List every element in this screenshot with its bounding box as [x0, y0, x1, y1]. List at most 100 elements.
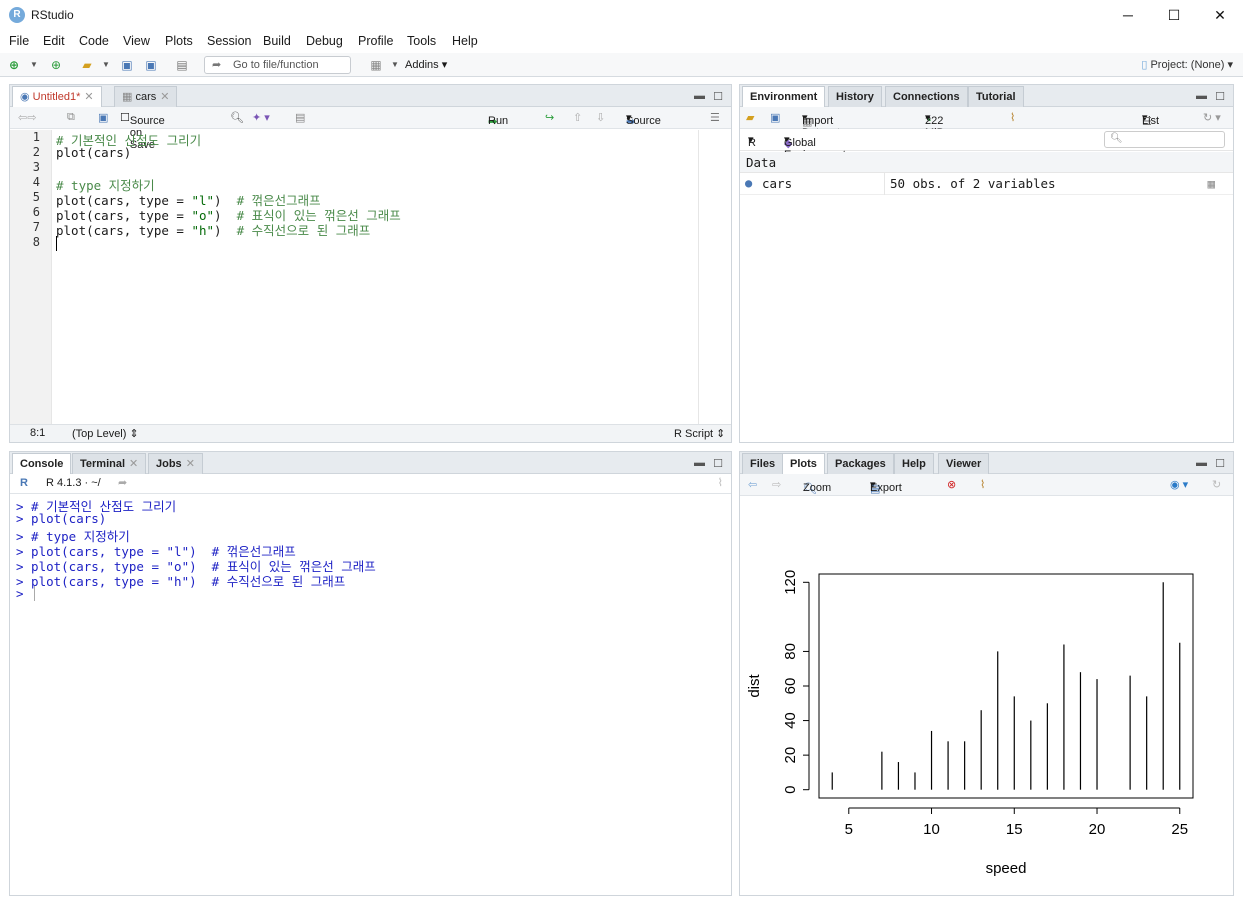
console-cursor — [34, 586, 35, 601]
menu-code[interactable]: Code — [79, 34, 109, 48]
maximize-pane-icon[interactable]: ☐ — [1215, 457, 1225, 470]
menu-view[interactable]: View — [123, 34, 150, 48]
title-bar: R RStudio ─ ☐ ✕ — [0, 0, 1243, 31]
expand-icon[interactable]: ● — [745, 176, 752, 190]
menu-tools[interactable]: Tools — [407, 34, 436, 48]
menu-plots[interactable]: Plots — [165, 34, 193, 48]
save-icon[interactable]: ▣ — [98, 111, 108, 124]
view-mode-selector[interactable]: ☰ List ▾ — [1142, 111, 1159, 128]
view-table-icon[interactable]: ▦ — [1207, 176, 1215, 191]
save-all-icon[interactable]: ▣ — [143, 57, 159, 73]
tab-packages[interactable]: Packages — [827, 453, 894, 474]
tab-plots[interactable]: Plots — [782, 453, 825, 475]
scope-selector[interactable]: (Top Level) ⇕ — [72, 427, 139, 440]
next-plot-icon[interactable]: ⇨ — [772, 478, 781, 491]
environment-row[interactable]: ● cars 50 obs. of 2 variables ▦ — [740, 173, 1233, 195]
tab-connections[interactable]: Connections — [885, 86, 968, 107]
code-tools-wand-icon[interactable]: ✦ ▾ — [252, 111, 270, 124]
export-button[interactable]: ▤ Export ▾ — [870, 478, 902, 495]
tab-tutorial[interactable]: Tutorial — [968, 86, 1024, 107]
language-selector[interactable]: R ▾ — [748, 133, 756, 149]
minimize-pane-icon[interactable]: ▬ — [694, 90, 705, 102]
tab-untitled1[interactable]: ◉ Untitled1* ✕ — [12, 86, 102, 108]
maximize-pane-icon[interactable]: ☐ — [1215, 90, 1225, 103]
scope-selector[interactable]: ◆ Global Environment ▾ — [784, 133, 846, 161]
publish-icon[interactable]: ◉ ▾ — [1170, 478, 1188, 491]
print-margin — [698, 130, 699, 424]
maximize-button[interactable]: ☐ — [1151, 0, 1197, 31]
tab-help[interactable]: Help — [894, 453, 934, 474]
minimize-pane-icon[interactable]: ▬ — [1196, 457, 1207, 469]
outline-icon[interactable]: ☰ — [710, 111, 720, 124]
clear-console-broom-icon[interactable]: ⌇ — [718, 476, 723, 489]
import-dataset-button[interactable]: ▦ Import Dataset ▾ — [802, 111, 840, 139]
source-button[interactable]: ➡ Source ▾ — [626, 111, 661, 128]
tab-cars[interactable]: ▦ cars ✕ — [114, 86, 178, 107]
menu-debug[interactable]: Debug — [306, 34, 343, 48]
r-logo-icon: R — [20, 477, 28, 489]
close-button[interactable]: ✕ — [1197, 0, 1243, 31]
tab-environment[interactable]: Environment — [742, 86, 826, 108]
previous-plot-icon[interactable]: ⇦ — [748, 478, 757, 491]
r-version: R 4.1.3 · ~/ — [46, 477, 101, 489]
tab-console[interactable]: Console — [12, 453, 72, 475]
back-icon[interactable]: ⇦⇨ — [18, 111, 36, 124]
addins-button[interactable]: Addins ▾ — [405, 58, 447, 71]
menu-build[interactable]: Build — [263, 34, 291, 48]
new-project-icon[interactable]: ⊕ — [48, 57, 64, 73]
rerun-icon[interactable]: ↪ — [545, 111, 554, 124]
show-in-window-icon[interactable]: ⧉ — [67, 111, 75, 124]
tab-files[interactable]: Files — [742, 453, 784, 474]
go-down-icon[interactable]: ⇩ — [596, 111, 605, 124]
compile-report-icon[interactable]: ▤ — [295, 111, 305, 124]
close-tab-icon[interactable]: ✕ — [84, 91, 93, 103]
menu-profile[interactable]: Profile — [358, 34, 393, 48]
chevron-down-icon[interactable]: ▼ — [26, 57, 42, 73]
clear-broom-icon[interactable]: ⌇ — [1010, 111, 1015, 124]
refresh-icon[interactable]: ↻ ▾ — [1203, 111, 1221, 124]
tab-viewer[interactable]: Viewer — [938, 453, 990, 474]
console-pane: Console Terminal ✕ Jobs ✕ ▬ ☐ R R 4.1.3 · … — [9, 451, 732, 896]
menu-session[interactable]: Session — [207, 34, 251, 48]
save-workspace-icon[interactable]: ▣ — [770, 111, 780, 124]
close-tab-icon[interactable]: ✕ — [160, 91, 169, 103]
chevron-down-icon[interactable]: ▼ — [387, 57, 403, 73]
go-up-icon[interactable]: ⇧ — [573, 111, 582, 124]
memory-usage[interactable]: ◔ 222 MiB ▾ — [925, 111, 944, 139]
maximize-pane-icon[interactable]: ☐ — [713, 90, 723, 103]
goto-file-input[interactable]: ➦ Go to file/function — [204, 56, 351, 74]
menu-help[interactable]: Help — [452, 34, 478, 48]
file-type-selector[interactable]: R Script ⇕ — [674, 427, 725, 440]
minimize-pane-icon[interactable]: ▬ — [1196, 90, 1207, 102]
refresh-icon[interactable]: ↻ — [1212, 478, 1221, 491]
minimize-button[interactable]: ─ — [1105, 0, 1151, 31]
menu-file[interactable]: File — [9, 34, 29, 48]
clear-plots-broom-icon[interactable]: ⌇ — [980, 478, 985, 491]
search-icon[interactable]: 🔍︎ — [230, 111, 244, 124]
menu-edit[interactable]: Edit — [43, 34, 65, 48]
grid-layout-icon[interactable]: ▦ — [368, 57, 384, 73]
remove-plot-icon[interactable]: ⊗ — [947, 478, 956, 491]
close-tab-icon[interactable]: ✕ — [186, 458, 195, 470]
new-file-icon[interactable]: ⊕ — [6, 57, 22, 73]
minimize-pane-icon[interactable]: ▬ — [694, 457, 705, 469]
window-title: RStudio — [31, 8, 74, 22]
project-menu[interactable]: ▯ Project: (None) ▾ — [1141, 58, 1233, 71]
load-workspace-icon[interactable]: ▰ — [746, 111, 754, 124]
project-icon: ▯ — [1141, 59, 1148, 71]
tab-jobs[interactable]: Jobs ✕ — [148, 453, 203, 474]
maximize-pane-icon[interactable]: ☐ — [713, 457, 723, 470]
environment-search-input[interactable]: 🔍︎ — [1104, 131, 1225, 148]
tab-terminal[interactable]: Terminal ✕ — [72, 453, 147, 474]
go-to-directory-icon[interactable]: ➦ — [118, 476, 127, 489]
open-file-icon[interactable]: ▰ — [79, 57, 95, 73]
close-tab-icon[interactable]: ✕ — [129, 458, 138, 470]
source-pane: ◉ Untitled1* ✕ ▦ cars ✕ ▬ ☐ ⇦⇨ ⧉ ▣ ☐ Sourc… — [9, 84, 732, 443]
tab-label: Help — [902, 458, 926, 470]
source-on-save-checkbox[interactable]: ☐ Source on Save — [120, 111, 165, 151]
console-line: > plot(cars, type = "h") # 수직선으로 된 그래프 — [16, 574, 346, 589]
print-icon[interactable]: ▤ — [174, 57, 190, 73]
save-icon[interactable]: ▣ — [119, 57, 135, 73]
chevron-down-icon[interactable]: ▼ — [98, 57, 114, 73]
tab-history[interactable]: History — [828, 86, 882, 107]
